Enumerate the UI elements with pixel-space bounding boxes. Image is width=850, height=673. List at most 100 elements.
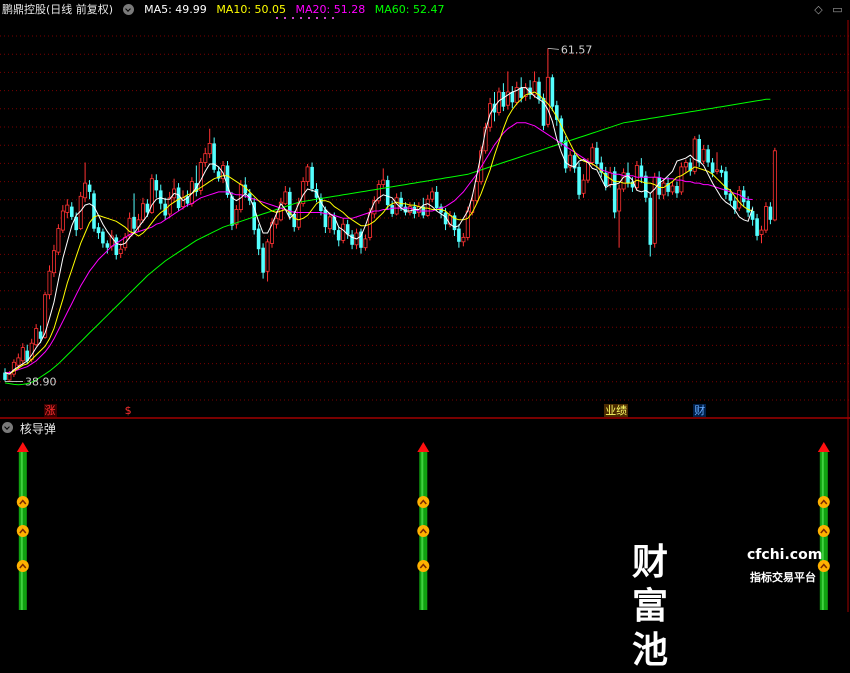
- candle-body: [154, 180, 159, 191]
- candle-body: [65, 204, 70, 213]
- candle-body: [741, 190, 746, 203]
- candle-body: [474, 181, 479, 202]
- candle-body: [381, 179, 386, 185]
- top-marker: [276, 17, 278, 19]
- candle-body: [550, 77, 555, 107]
- stock-chart-window: 鹏鼎控股(日线 前复权) MA5: 49.99 MA10: 50.05 MA20…: [0, 0, 850, 671]
- missile-marker: [16, 560, 29, 572]
- candle-body: [434, 191, 439, 209]
- candle-body: [559, 118, 564, 142]
- candle-body: [399, 197, 403, 207]
- missile-tip: [817, 442, 830, 452]
- candle-body: [127, 217, 132, 237]
- candle-body: [407, 206, 412, 213]
- candle-body: [661, 182, 666, 196]
- missile-marker: [16, 496, 29, 508]
- top-marker: [324, 17, 326, 19]
- sub-panel-dropdown-icon[interactable]: [2, 422, 13, 433]
- missile-marker: [817, 496, 830, 508]
- candle-body: [385, 180, 390, 206]
- candle-body: [83, 182, 88, 199]
- candle-body: [16, 357, 21, 366]
- missile-marker: [417, 496, 430, 508]
- candle-body: [310, 166, 314, 189]
- candle-body: [457, 228, 461, 242]
- candle-body: [746, 200, 750, 213]
- candle-body: [132, 216, 136, 229]
- top-marker: [300, 17, 302, 19]
- candle-body: [612, 171, 617, 213]
- price-chart: 61.57 38.90: [0, 17, 850, 612]
- candle-body: [7, 373, 12, 381]
- candle-body: [545, 76, 550, 125]
- candle-body: [114, 237, 119, 255]
- candle-body: [341, 223, 346, 241]
- candle-body: [403, 206, 408, 213]
- candle-body: [759, 229, 764, 235]
- candle-body: [3, 372, 7, 380]
- candle-body: [92, 193, 96, 229]
- candle-body: [639, 165, 644, 178]
- watermark-brand: 财富池: [632, 542, 668, 671]
- sub-panel-title: 核导弹: [19, 422, 56, 436]
- candle-body: [305, 166, 310, 182]
- candle-body: [230, 196, 234, 226]
- sub-panel-header: 核导弹: [0, 419, 56, 437]
- candle-body: [336, 230, 341, 241]
- candle-body: [265, 241, 270, 272]
- candle-body: [755, 218, 759, 236]
- candle-body: [70, 206, 74, 217]
- candle-body: [203, 153, 208, 163]
- candle-body: [768, 206, 773, 220]
- watermark-tagline: 指标交易平台: [750, 571, 816, 584]
- event-marker[interactable]: 涨: [43, 404, 57, 417]
- candle-body: [34, 328, 39, 346]
- candle-body: [510, 92, 515, 103]
- candle-body: [465, 210, 470, 238]
- candle-body: [697, 139, 701, 163]
- candle-body: [140, 203, 145, 221]
- top-marker: [316, 17, 318, 19]
- candle-body: [670, 185, 675, 193]
- candle-body: [158, 190, 163, 204]
- candle-body: [20, 347, 25, 362]
- candle-body: [87, 184, 92, 192]
- candle-body: [118, 248, 123, 254]
- candle-body: [256, 228, 261, 250]
- missile-marker: [817, 525, 830, 537]
- candle-body: [52, 250, 57, 274]
- candle-body: [176, 187, 181, 209]
- candle-body: [261, 247, 265, 273]
- missile-marker: [16, 525, 29, 537]
- candle-body: [56, 228, 61, 253]
- watermark-url: cfchi.com: [747, 547, 823, 563]
- annotation-label: 61.57: [561, 43, 593, 56]
- event-marker[interactable]: 业绩: [604, 404, 629, 417]
- event-marker[interactable]: 财: [693, 404, 707, 417]
- candle-body: [105, 243, 110, 248]
- top-marker: [292, 17, 294, 19]
- candle-body: [314, 189, 319, 198]
- candle-body: [626, 172, 630, 184]
- candle-body: [683, 162, 688, 168]
- annotation-arrow: [547, 47, 559, 50]
- candle-body: [563, 140, 568, 169]
- candle-body: [577, 166, 581, 195]
- candle-body: [617, 188, 622, 212]
- candle-body: [719, 169, 724, 173]
- candle-body: [581, 179, 586, 194]
- candle-body: [327, 216, 332, 230]
- missile-marker: [417, 525, 430, 537]
- candle-body: [430, 191, 435, 200]
- candle-body: [764, 206, 769, 231]
- event-marker[interactable]: $: [123, 404, 133, 417]
- missile-tip: [16, 442, 29, 452]
- candle-body: [425, 198, 430, 216]
- candle-body: [648, 197, 653, 245]
- candle-body: [644, 175, 648, 198]
- candle-body: [706, 149, 710, 163]
- candle-body: [207, 142, 212, 155]
- top-marker: [332, 17, 334, 19]
- candle-body: [772, 150, 777, 221]
- candle-body: [675, 186, 679, 194]
